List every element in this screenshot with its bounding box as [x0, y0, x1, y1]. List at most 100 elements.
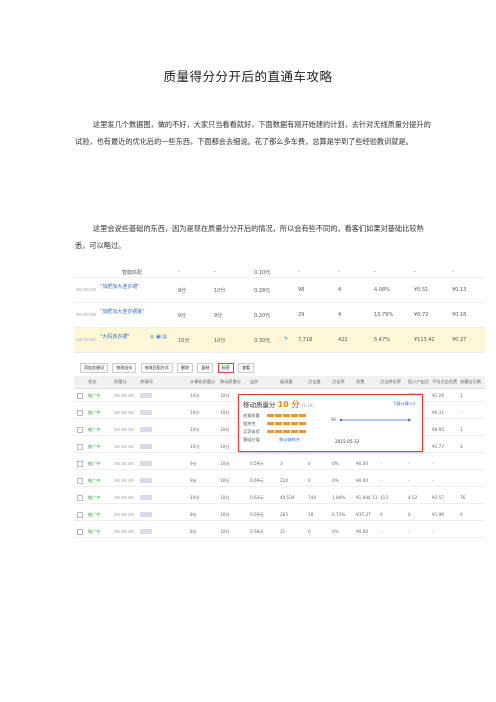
keyword-link[interactable]: "加肥加大连衣裙": [100, 283, 170, 290]
add-keyword-button[interactable]: 添加关键词: [80, 363, 108, 373]
table-cell: 10分: [190, 495, 200, 500]
copy-button[interactable]: 复制: [197, 363, 214, 373]
quality-dots: [114, 410, 135, 415]
keyword-report-screenshot: 添加关键词 修改出价 修改匹配方式 删除 复制 标签 查看 状态 质量分 关键词…: [74, 355, 485, 555]
status-badge: 推广中: [88, 495, 101, 500]
table-cell: 76: [460, 495, 466, 500]
table-cell: 0.58元: [250, 529, 264, 534]
keyword-blurred[interactable]: [140, 495, 152, 501]
quality-dots: [114, 478, 135, 483]
row-checkbox[interactable]: [77, 461, 84, 468]
table-cell: 10分: [220, 427, 230, 432]
table-cell: 10分: [190, 410, 200, 415]
table-cell: 10分: [190, 444, 200, 449]
table-cell: 0: [460, 512, 463, 517]
status-badge: 推广中: [88, 461, 101, 466]
edit-pencil-icon[interactable]: ✎: [284, 336, 288, 342]
table-cell: 10分: [220, 512, 230, 517]
row-checkbox[interactable]: [77, 512, 84, 519]
keyword-blurred[interactable]: [140, 444, 152, 450]
table-cell: 9分: [190, 478, 197, 483]
view-button[interactable]: 查看: [238, 363, 255, 373]
mobile-quality-popup: 移动质量分 10 分 (1-10) 下载计算>> 创意质量 相关性 买家体验 基…: [238, 394, 423, 452]
keyword-blurred[interactable]: [140, 427, 152, 433]
table-cell: 0: [308, 461, 311, 466]
table-cell: ¥0.00: [356, 461, 368, 466]
table-row: 智能匹配 - - 0.10元 - - - - -: [74, 266, 485, 278]
row-checkbox[interactable]: [77, 444, 84, 451]
keyword-blurred[interactable]: [140, 512, 152, 518]
table-cell: 1.84%: [332, 495, 346, 500]
table-cell: 40,534: [280, 495, 295, 500]
table-cell: 0%: [332, 461, 339, 466]
change-match-button[interactable]: 修改匹配方式: [140, 363, 173, 373]
keyword-link[interactable]: "加肥加大连衣裙夏": [100, 308, 170, 315]
table-cell: ¥1.77: [432, 444, 444, 449]
table-row: "加肥加大连衣裙夏" 9分 9分 0.20元 29 4 13.79% ¥0.72…: [74, 303, 485, 328]
chart-y-label: 96: [331, 417, 337, 422]
table-cell: -: [432, 478, 434, 483]
table-cell: 10分: [220, 410, 230, 415]
table-cell: 10分: [220, 393, 230, 398]
table-row: 推广中 9分 10分 0.59元 3 0 0% ¥0.00 - - -: [74, 458, 485, 470]
row-checkbox[interactable]: [77, 495, 84, 502]
device-icons: ◎ ▣ ▤: [150, 334, 167, 340]
table-cell: 10分: [220, 478, 230, 483]
table-header: 状态 质量分 关键词 计算机质量分 移动质量分 出价 展现量 点击量 点击率 花…: [74, 376, 485, 389]
table-cell: 8分: [190, 529, 197, 534]
table-cell: 0%: [332, 478, 339, 483]
page-title: 质量得分分开后的直通车攻略: [163, 69, 333, 84]
table-cell: 0.63元: [250, 495, 264, 500]
status-badge: 推广中: [88, 410, 101, 415]
keyword-blurred[interactable]: [140, 478, 152, 484]
keyword-blurred[interactable]: [140, 529, 152, 535]
table-cell: 0: [408, 512, 411, 517]
table-row: 推广中 9分 10分 0.69元 224 0 0% ¥0.00 - - -: [74, 475, 485, 487]
table-cell: 10分: [190, 393, 200, 398]
quality-dots: [114, 529, 135, 534]
table-cell: ¥35.37: [356, 512, 371, 517]
basics-paragraph: 这里会说些基础的东西，因为是现在质量分分开后的情况，所以会有些不同的，看客们如果…: [75, 224, 424, 250]
table-row: 推广中 10分 10分 0.63元 40,534 744 1.84% ¥1,944.13 113…: [74, 492, 485, 504]
table-cell: 10分: [220, 461, 230, 466]
table-cell: 9分: [190, 461, 197, 466]
delete-button[interactable]: 删除: [177, 363, 194, 373]
row-checkbox[interactable]: [77, 393, 84, 400]
quality-dots: [114, 495, 135, 500]
row-checkbox[interactable]: [77, 427, 84, 434]
tag-button[interactable]: 标签: [217, 363, 234, 373]
quality-dots: [114, 461, 135, 466]
table-cell: 224: [280, 478, 288, 483]
table-cell: 265: [280, 512, 288, 517]
row-checkbox[interactable]: [77, 529, 84, 536]
table-cell: -: [408, 529, 410, 534]
quality-dots: [114, 427, 135, 432]
keyword-link[interactable]: "大码连衣裙": [100, 333, 150, 340]
table-cell: ¥0.00: [356, 478, 368, 483]
table-cell: 8分: [190, 512, 197, 517]
row-checkbox[interactable]: [77, 410, 84, 417]
table-row-highlighted: "大码连衣裙" ◎ ▣ ▤ 10分 10分 0.30元 ✎ 7,718 422 …: [74, 328, 485, 353]
status-badge: 推广中: [88, 512, 101, 517]
change-bid-button[interactable]: 修改出价: [112, 363, 137, 373]
table-cell: 1: [460, 427, 463, 432]
table-cell: -: [380, 461, 382, 466]
table-cell: 0.59元: [250, 512, 264, 517]
row-checkbox[interactable]: [77, 478, 84, 485]
download-link[interactable]: 下载计算>>: [392, 401, 416, 407]
table-cell: 10分: [220, 495, 230, 500]
table-cell: 11: [280, 529, 286, 534]
table-cell: -: [460, 410, 462, 415]
table-cell: ¥1,944.13: [356, 495, 378, 500]
table-cell: -: [380, 478, 382, 483]
table-cell: 3: [280, 461, 283, 466]
table-row: 推广中 8分 10分 0.58元 11 0 0% ¥0.00 - - -: [74, 526, 485, 538]
keyword-blurred[interactable]: [140, 393, 152, 399]
quality-dots: [114, 444, 135, 449]
quality-dots: [114, 512, 135, 517]
table-row: 推广中 8分 10分 0.59元 265 18 6.72% ¥35.37 0 0 ¥1.96 0: [74, 509, 485, 521]
keyword-blurred[interactable]: [140, 461, 152, 467]
table-cell: 6.72%: [332, 512, 346, 517]
keyword-blurred[interactable]: [140, 410, 152, 416]
table-cell: 3: [460, 444, 463, 449]
